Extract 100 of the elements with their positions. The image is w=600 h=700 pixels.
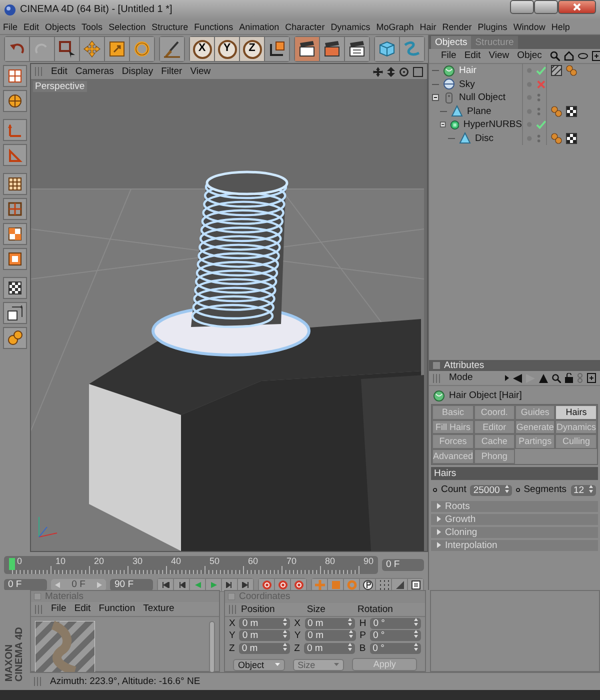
submenu-arrow-icon[interactable] — [505, 375, 509, 382]
playhead-marker[interactable] — [9, 558, 15, 570]
object-name[interactable]: Hair — [459, 65, 476, 76]
menu-item[interactable]: Hair — [416, 20, 440, 34]
dropdown[interactable]: Object — [233, 658, 285, 670]
menu-item[interactable]: Function — [94, 602, 140, 616]
render-view-button[interactable] — [295, 37, 319, 61]
menu-item[interactable]: Dynamics — [328, 20, 374, 34]
menu-item[interactable]: MoGraph — [373, 20, 417, 34]
object-name[interactable]: HyperNURBS — [463, 119, 522, 130]
grip-handle[interactable] — [229, 604, 237, 614]
menu-item[interactable]: Cameras — [71, 64, 118, 78]
coordinate-field[interactable]: 0 m — [238, 642, 290, 654]
menu-item[interactable]: Mode — [445, 371, 477, 385]
maximize-button[interactable] — [534, 0, 558, 14]
new-window-icon[interactable] — [592, 51, 600, 61]
uv-mode-button[interactable] — [3, 248, 27, 270]
new-window-icon[interactable] — [587, 373, 596, 384]
record-button[interactable] — [259, 579, 274, 591]
brush-button[interactable] — [160, 37, 184, 61]
polygons-mode-button[interactable] — [3, 223, 27, 245]
cube-button[interactable] — [375, 37, 399, 61]
coordinate-field[interactable]: 0 m — [304, 630, 356, 642]
go-to-start-button[interactable] — [158, 579, 174, 591]
number-field[interactable]: 25000 — [470, 484, 512, 496]
timeline-window-button[interactable] — [408, 579, 424, 591]
home-icon[interactable] — [564, 51, 574, 61]
close-button[interactable] — [558, 0, 596, 14]
coordinate-field[interactable]: 0 m — [304, 642, 356, 654]
zoom-icon[interactable] — [387, 66, 395, 76]
object-name[interactable]: Disc — [475, 132, 494, 144]
autokey-button[interactable] — [275, 579, 290, 591]
timeline-ruler[interactable]: 0 10 20 30 40 50 60 70 80 90 — [4, 556, 378, 574]
up-arrow-icon[interactable] — [539, 374, 548, 383]
undo-button[interactable] — [5, 37, 29, 61]
scrollbar[interactable] — [209, 620, 215, 673]
group-header[interactable]: Roots — [431, 500, 598, 512]
menu-item[interactable]: Render — [439, 20, 475, 34]
checker-tag-icon[interactable] — [566, 106, 577, 117]
sculpt-button[interactable] — [3, 327, 27, 349]
model-mode-button[interactable] — [3, 90, 27, 112]
grip-handle[interactable] — [35, 604, 43, 614]
object-name[interactable]: Sky — [459, 78, 475, 90]
rotate-button[interactable] — [130, 37, 154, 61]
coordinate-field[interactable]: 0 m — [304, 618, 356, 630]
axis-lock-button[interactable]: X — [190, 37, 214, 61]
object-name[interactable]: Plane — [467, 106, 492, 117]
motion-path-button[interactable] — [392, 579, 408, 591]
go-to-end-button[interactable] — [238, 579, 254, 591]
move-button[interactable] — [80, 37, 104, 61]
panel-tab[interactable]: Objects — [431, 36, 472, 49]
menu-item[interactable]: Edit — [70, 602, 95, 616]
render-settings-button[interactable] — [345, 37, 369, 61]
spheres-tag-icon[interactable] — [551, 106, 562, 117]
coordinate-field[interactable]: 0 m — [239, 630, 290, 642]
start-frame-field[interactable]: 0 F — [4, 579, 47, 591]
grip-handle[interactable] — [35, 67, 43, 76]
animate-dot-icon[interactable] — [433, 488, 437, 492]
menu-item[interactable]: View — [484, 49, 514, 63]
checker-button[interactable] — [3, 277, 27, 299]
menu-item[interactable]: Plugins — [474, 20, 510, 34]
menu-item[interactable]: File — [0, 20, 21, 34]
render-region-button[interactable] — [320, 37, 344, 61]
search-icon[interactable] — [550, 51, 560, 61]
menu-item[interactable]: Selection — [106, 20, 149, 34]
coordinate-field[interactable]: 0 ° — [370, 618, 421, 630]
orbit-icon[interactable] — [399, 66, 409, 76]
workplane-button[interactable] — [3, 302, 27, 324]
coordinate-field[interactable]: 0 ° — [370, 642, 421, 654]
expander-icon[interactable] — [432, 94, 439, 102]
menu-item[interactable]: File — [437, 49, 460, 63]
pan-icon[interactable] — [373, 66, 383, 76]
checker-tag-icon[interactable] — [566, 132, 577, 144]
group-header[interactable]: Interpolation — [431, 540, 598, 551]
frame-field[interactable]: 0 F — [382, 559, 424, 571]
end-frame-field[interactable]: 90 F — [110, 579, 154, 591]
menu-item[interactable]: Animation — [236, 20, 282, 34]
menu-item[interactable]: Edit — [47, 64, 72, 78]
enabled-check-icon[interactable] — [536, 65, 546, 76]
number-field[interactable]: 12 — [570, 484, 596, 496]
menu-item[interactable]: Structure — [148, 20, 192, 34]
menu-item[interactable]: File — [47, 602, 70, 616]
search-icon[interactable] — [552, 374, 561, 383]
menu-item[interactable]: Window — [510, 20, 548, 34]
coordinate-field[interactable]: 0 ° — [370, 630, 421, 642]
menu-item[interactable]: Functions — [191, 20, 236, 34]
menu-item[interactable]: View — [186, 64, 215, 78]
menu-item[interactable]: Character — [282, 20, 328, 34]
parameter-key-button[interactable] — [360, 579, 376, 591]
eye-icon[interactable] — [578, 51, 588, 61]
menu-item[interactable]: Edit — [20, 20, 42, 34]
minimize-button[interactable] — [510, 0, 534, 14]
selection-button[interactable] — [55, 37, 79, 61]
lock-icon[interactable] — [565, 373, 573, 384]
menu-item[interactable]: Objects — [42, 20, 79, 34]
keyframe-selection-button[interactable] — [291, 579, 306, 591]
grip-handle[interactable] — [433, 374, 441, 383]
menu-item[interactable]: Help — [548, 20, 573, 34]
axis-lock-button[interactable]: Z — [240, 37, 264, 61]
back-arrow-icon[interactable] — [513, 374, 522, 383]
